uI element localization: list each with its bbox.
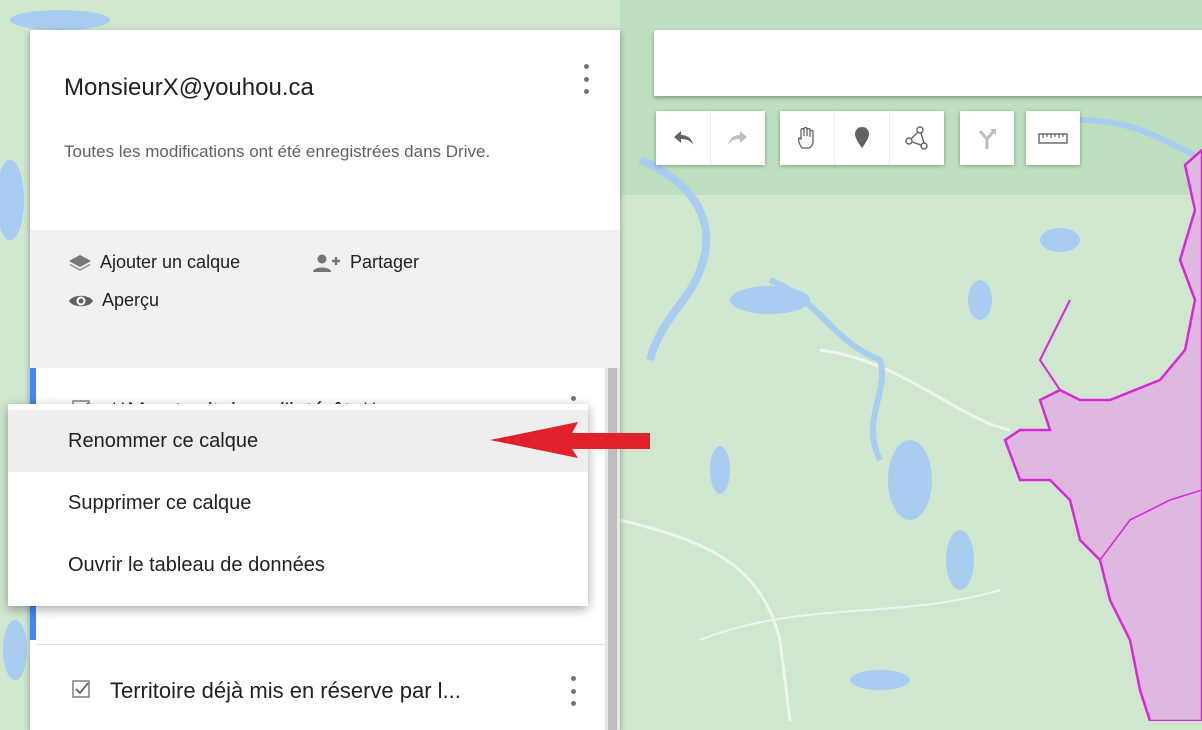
delete-layer-menu-item[interactable]: Supprimer ce calque — [8, 472, 588, 534]
preview-button[interactable]: Aperçu — [68, 290, 159, 311]
layer-2-title[interactable]: Territoire déjà mis en réserve par l... — [110, 678, 461, 704]
directions-icon — [978, 129, 996, 149]
add-layer-label: Ajouter un calque — [100, 252, 241, 272]
panel-actions: Ajouter un calque Partager Aperçu — [30, 230, 620, 368]
undo-button[interactable] — [656, 111, 710, 165]
measure-group — [1026, 111, 1080, 165]
person-add-icon — [313, 254, 340, 272]
annotation-arrow-icon — [490, 422, 650, 458]
undo-redo-group — [656, 111, 765, 165]
open-data-table-menu-item[interactable]: Ouvrir le tableau de données — [8, 534, 588, 596]
place-marker-icon — [855, 127, 869, 148]
preview-label: Aperçu — [102, 290, 160, 310]
hand-icon — [797, 126, 814, 149]
draw-line-icon — [905, 126, 928, 150]
redo-icon — [728, 131, 747, 145]
layer-separator — [36, 644, 605, 645]
directions-group — [960, 111, 1014, 165]
measure-button[interactable] — [1026, 111, 1080, 165]
save-status: Toutes les modifications ont été enregis… — [64, 142, 491, 161]
layer-2-checkbox[interactable] — [72, 680, 90, 698]
draw-line-button[interactable] — [889, 111, 944, 165]
layers-icon — [69, 254, 91, 271]
share-button[interactable]: Partager — [312, 252, 419, 273]
map-side-panel: MonsieurX@youhou.ca Toutes les modificat… — [30, 30, 620, 730]
layer-2-more-vert-icon[interactable] — [570, 676, 576, 706]
eye-icon — [69, 295, 93, 306]
pan-button[interactable] — [780, 111, 834, 165]
panel-header: MonsieurX@youhou.ca Toutes les modificat… — [30, 30, 620, 230]
add-marker-button[interactable] — [834, 111, 889, 165]
map-title[interactable]: MonsieurX@youhou.ca — [64, 74, 314, 102]
ruler-icon — [1038, 133, 1068, 144]
directions-button[interactable] — [960, 111, 1014, 165]
redo-button[interactable] — [710, 111, 765, 165]
undo-icon — [674, 131, 693, 145]
search-input[interactable] — [654, 30, 1202, 96]
share-label: Partager — [350, 252, 420, 272]
more-vert-icon[interactable] — [583, 64, 589, 94]
draw-tools-group — [780, 111, 944, 165]
add-layer-button[interactable]: Ajouter un calque — [68, 252, 240, 273]
